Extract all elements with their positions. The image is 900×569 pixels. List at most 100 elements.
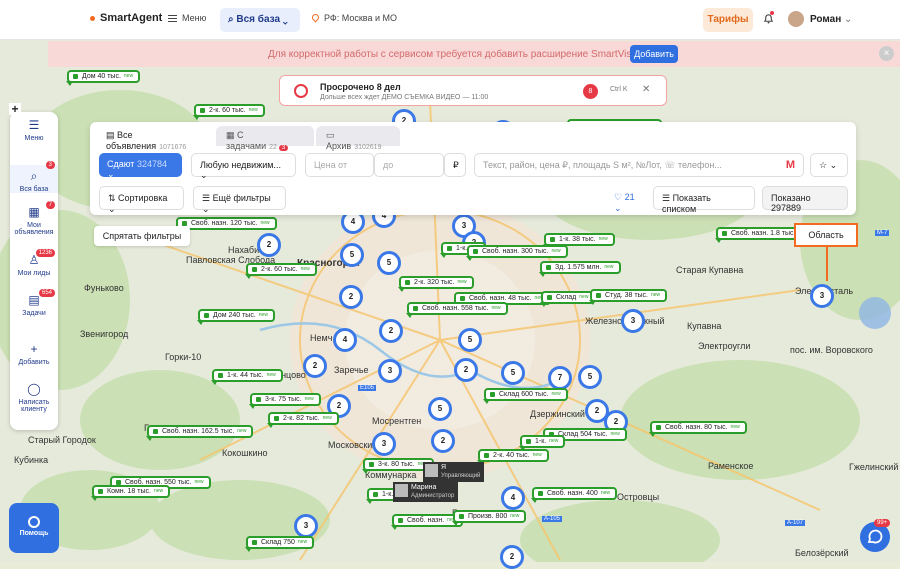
logo[interactable]: SmartAgent (90, 12, 162, 24)
sidebar-item[interactable]: + Добавить (10, 342, 58, 366)
tab-with-tasks[interactable]: ▦ С задачами 22 3 (216, 126, 314, 151)
metro-icon[interactable]: M (786, 159, 795, 171)
sidebar-item[interactable]: ♙ Мои лиды 1236 (10, 249, 58, 277)
close-icon[interactable]: × (879, 46, 894, 61)
region-selector[interactable]: РФ: Москва и МО (310, 12, 397, 23)
listing-label[interactable]: Склад 750 new (244, 536, 315, 552)
cluster-marker[interactable]: 2 (431, 429, 455, 453)
listing-label[interactable]: Дом 240 тыс. new (197, 309, 275, 325)
cluster-marker[interactable]: 5 (501, 361, 525, 385)
cluster-marker[interactable]: 2 (454, 358, 478, 382)
hide-filters-button[interactable]: Спрятать фильтры (94, 226, 190, 246)
cluster-marker[interactable]: 3 (372, 432, 396, 456)
favorites-count[interactable]: ♡ 21 ⌄ (606, 186, 648, 213)
shown-count-button[interactable]: Показано 297889 (762, 186, 848, 213)
cluster-marker[interactable]: 3 (621, 309, 645, 333)
cluster-marker[interactable]: 5 (578, 365, 602, 389)
menu-button[interactable]: Меню (168, 13, 206, 23)
sidebar-item-label: Вся база (19, 186, 49, 193)
cluster-marker[interactable]: 4 (501, 486, 525, 510)
listing-label[interactable]: 2-к. 82 тыс. new (267, 412, 339, 428)
hamburger-icon (168, 15, 177, 23)
deal-type-select[interactable]: Сдают 324784 ⌄ (99, 153, 182, 179)
user-menu[interactable]: Роман ⌄ (810, 14, 852, 25)
sidebar-item[interactable]: ⌕ Вся база 3 (10, 161, 58, 193)
currency-select[interactable]: ₽ (444, 153, 466, 177)
cluster-marker[interactable]: 5 (428, 397, 452, 421)
listing-label[interactable]: Своб. назн. 558 тыс. new (406, 302, 508, 318)
listing-label[interactable]: 2-к. 40 тыс. new (477, 449, 549, 465)
cluster-marker[interactable]: 4 (333, 328, 357, 352)
listing-label[interactable]: Своб. назн. 300 тыс. new (466, 245, 568, 261)
cluster-marker[interactable]: 3 (378, 359, 402, 383)
show-list-button[interactable]: ☰ Показать списком (653, 186, 755, 214)
listing-label[interactable]: Зд. 1.575 млн. new (539, 261, 621, 277)
listing-label[interactable]: 2-к. 60 тыс. new (193, 104, 265, 120)
listing-price: Склад 600 тыс. (499, 391, 549, 398)
listing-price: 1-к. (456, 245, 468, 252)
sidebar-item-label: Задачи (22, 310, 46, 317)
cluster-marker[interactable]: 7 (548, 366, 572, 390)
tariffs-button[interactable]: Тарифы (703, 8, 753, 32)
cluster-marker[interactable]: 3 (294, 514, 318, 538)
listing-label[interactable]: Своб. назн. 120 тыс. new (175, 217, 277, 233)
new-badge: new (610, 431, 620, 437)
cluster-marker[interactable]: 5 (377, 251, 401, 275)
listing-label[interactable]: Склад new (539, 291, 596, 307)
search-input[interactable]: Текст, район, цена ₽, площадь S м², №Лот… (474, 153, 804, 177)
overdue-notification[interactable]: Просрочено 8 дел Дольше всех ждет ДЕМО С… (279, 75, 667, 106)
cluster-marker[interactable]: 2 (500, 545, 524, 569)
region-oblast-button[interactable]: Область (794, 223, 858, 247)
place-label: Горки-10 (165, 352, 202, 362)
favorites-select[interactable]: ☆ ⌄ (810, 153, 848, 177)
add-extension-button[interactable]: Добавить (630, 45, 678, 63)
listing-price: Дом 240 тыс. (213, 312, 256, 319)
listing-price: Своб. назн. 48 тыс. (469, 295, 532, 302)
listing-price: Склад (556, 294, 577, 301)
close-icon[interactable]: ✕ (642, 84, 650, 95)
cluster-marker[interactable]: 3 (810, 284, 834, 308)
price-to-input[interactable]: до (374, 153, 444, 177)
sort-select[interactable]: ⇅ Сортировка ⌄ (99, 186, 184, 214)
alert-icon (294, 84, 308, 98)
more-filters-button[interactable]: ☰ Ещё фильтры ⌄ (193, 186, 286, 214)
listing-label[interactable]: Дом 40 тыс. new (65, 70, 141, 86)
sidebar-item[interactable]: ☰ Меню (10, 118, 58, 142)
listing-label[interactable]: 1-к.new (518, 435, 566, 451)
listing-label[interactable]: Студ. 38 тыс. new (588, 289, 668, 305)
listing-label[interactable]: Своб. назн. 400 new (531, 487, 617, 503)
listing-price: 1-к. (535, 438, 547, 445)
cluster-marker[interactable]: 2 (257, 233, 281, 257)
listing-price: Своб. назн. 300 тыс. (482, 248, 549, 255)
listing-label[interactable]: 2-к. 60 тыс. new (245, 263, 317, 279)
avatar[interactable] (788, 11, 804, 27)
sidebar-item[interactable]: ◯ Написать клиенту (10, 382, 58, 413)
cluster-marker[interactable]: 5 (458, 328, 482, 352)
cluster-marker[interactable]: 2 (303, 354, 327, 378)
listing-label[interactable]: 1-к. 44 тыс. new (211, 369, 283, 385)
property-type-select[interactable]: Любую недвижим... ⌄ (191, 153, 296, 180)
base-selector[interactable]: ⌕ Вся база ⌄ (220, 8, 300, 32)
listing-label[interactable]: Комн. 18 тыс. new (90, 485, 171, 501)
tab-all-listings[interactable]: ▤ Все объявления 1071676 (96, 126, 214, 151)
listing-label[interactable]: 2-к. 320 тыс. new (398, 276, 474, 292)
place-label: Раменское (708, 461, 754, 471)
agent-marker[interactable]: Я Управляющий (423, 462, 485, 482)
cluster-marker[interactable]: 2 (339, 285, 363, 309)
listing-label[interactable]: Склад 600 тыс. new (483, 388, 568, 404)
price-from-input[interactable]: Цена от (305, 153, 374, 177)
listing-label[interactable]: Произв. 800 new (451, 510, 527, 526)
cluster-marker[interactable]: 5 (340, 243, 364, 267)
listing-label[interactable]: 3-к. 75 тыс. new (249, 393, 321, 409)
listing-label[interactable]: Своб. назн. 162.5 тыс. new (145, 425, 254, 441)
tab-archive[interactable]: ▭ Архив 3102619 (316, 126, 400, 151)
agent-marker[interactable]: Марина Администратор (393, 482, 459, 502)
help-button[interactable]: Помощь (9, 503, 59, 553)
zoom-in-button[interactable]: + (9, 103, 21, 115)
sidebar-item[interactable]: ▤ Задачи 654 (10, 289, 58, 317)
cluster-marker[interactable]: 2 (379, 319, 403, 343)
listing-price: Своб. назн. 120 тыс. (191, 220, 258, 227)
sidebar-item[interactable]: ▦ Мои объявления 7 (10, 201, 58, 236)
new-badge: new (123, 73, 134, 79)
listing-label[interactable]: Своб. назн. 80 тыс. new (649, 421, 747, 437)
